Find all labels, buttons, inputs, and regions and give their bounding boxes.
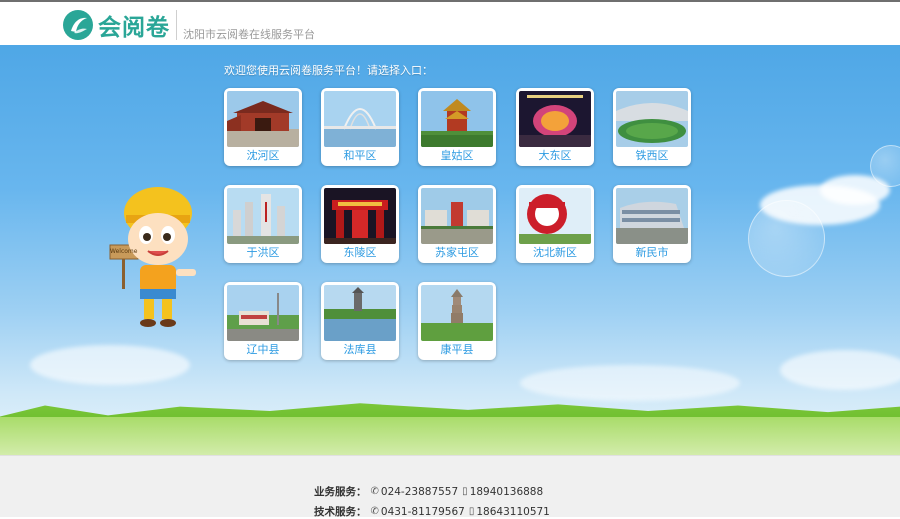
district-label: 苏家屯区 xyxy=(435,246,479,259)
district-label: 新民市 xyxy=(635,246,669,259)
logo[interactable]: 会阅卷 xyxy=(62,8,170,42)
district-label: 东陵区 xyxy=(343,246,377,259)
cloud xyxy=(520,365,740,401)
business-label: 业务服务： xyxy=(314,486,367,498)
district-label: 铁西区 xyxy=(635,149,669,162)
footer: 业务服务： ✆ 024-23887557 ▯ 18940136888 技术服务：… xyxy=(0,455,900,518)
mobile-icon: ▯ xyxy=(462,486,468,497)
district-tile-huanggu[interactable]: 皇姑区 xyxy=(418,88,496,166)
phone-icon: ✆ xyxy=(370,486,379,497)
faku-photo xyxy=(324,285,396,341)
dadong-photo xyxy=(519,91,591,147)
district-label: 皇姑区 xyxy=(440,149,474,162)
tech-phone: 0431-81179567 xyxy=(380,505,465,518)
district-tile-dongling[interactable]: 东陵区 xyxy=(321,185,399,263)
kangping-photo xyxy=(421,285,493,341)
business-phone: 024-23887557 xyxy=(380,485,459,498)
district-tile-yuhong[interactable]: 于洪区 xyxy=(224,185,302,263)
bubble xyxy=(748,200,825,277)
cloud xyxy=(30,345,190,385)
district-tile-sujiatun[interactable]: 苏家屯区 xyxy=(418,185,496,263)
district-label: 法库县 xyxy=(343,343,377,356)
huanggu-photo xyxy=(421,91,493,147)
mobile-icon: ▯ xyxy=(468,506,475,517)
mascot-illustration xyxy=(109,187,196,327)
district-tile-shenhe[interactable]: 沈河区 xyxy=(224,88,302,166)
district-tile-faku[interactable]: 法库县 xyxy=(321,282,399,360)
shenbei-photo xyxy=(519,188,591,244)
district-label: 于洪区 xyxy=(246,246,280,259)
district-label: 沈北新区 xyxy=(533,246,577,259)
district-label: 大东区 xyxy=(538,149,572,162)
district-tile-kangping[interactable]: 康平县 xyxy=(418,282,496,360)
district-label: 辽中县 xyxy=(246,343,280,356)
logo-icon xyxy=(63,10,93,40)
logo-text: 会阅卷 xyxy=(98,15,170,41)
welcome-text: 欢迎您使用云阅卷服务平台！请选择入口： xyxy=(224,64,433,77)
district-label: 和平区 xyxy=(343,149,377,162)
tech-mobile: 18643110571 xyxy=(476,505,550,518)
mascot-sign-text: Welcome xyxy=(110,248,138,255)
district-tile-xinmin[interactable]: 新民市 xyxy=(613,185,691,263)
main-area: 欢迎您使用云阅卷服务平台！请选择入口： 沈河区 和平区 皇姑区 大东区 铁西区 … xyxy=(0,45,900,455)
district-tile-shenbei[interactable]: 沈北新区 xyxy=(516,185,594,263)
yuhong-photo xyxy=(227,188,299,244)
grass-field-lower xyxy=(0,417,900,455)
district-label: 康平县 xyxy=(440,343,474,356)
tiexi-photo xyxy=(616,91,688,147)
header-divider xyxy=(176,10,177,40)
district-tile-dadong[interactable]: 大东区 xyxy=(516,88,594,166)
sujiatun-photo xyxy=(421,188,493,244)
business-mobile: 18940136888 xyxy=(469,485,544,498)
district-tile-liaozhong[interactable]: 辽中县 xyxy=(224,282,302,360)
business-contact: 业务服务： ✆ 024-23887557 ▯ 18940136888 xyxy=(314,484,543,499)
top-header: 会阅卷 沈阳市云阅卷在线服务平台 xyxy=(0,0,900,45)
cloud xyxy=(780,350,900,390)
district-tile-tiexi[interactable]: 铁西区 xyxy=(613,88,691,166)
xinmin-photo xyxy=(616,188,688,244)
district-label: 沈河区 xyxy=(246,149,280,162)
shenhe-photo xyxy=(227,91,299,147)
liaozhong-photo xyxy=(227,285,299,341)
district-tile-heping[interactable]: 和平区 xyxy=(321,88,399,166)
dongling-photo xyxy=(324,188,396,244)
phone-icon: ✆ xyxy=(370,506,379,517)
platform-tagline: 沈阳市云阅卷在线服务平台 xyxy=(183,28,315,41)
heping-photo xyxy=(324,91,396,147)
